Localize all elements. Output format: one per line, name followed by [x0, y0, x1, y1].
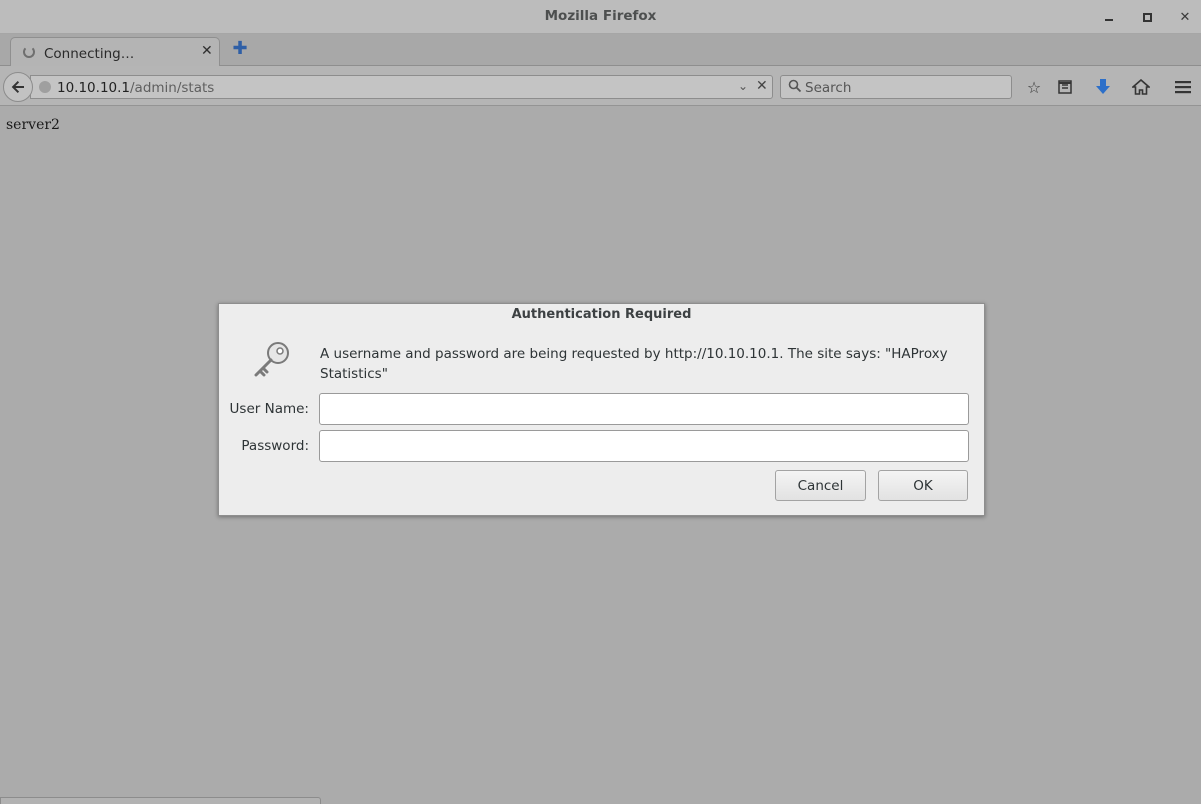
username-label: User Name: — [229, 401, 309, 417]
home-icon[interactable] — [1130, 76, 1152, 98]
window-titlebar: Mozilla Firefox ✕ — [0, 0, 1201, 34]
new-tab-plus-icon[interactable]: ✚ — [232, 40, 248, 58]
minimize-button[interactable] — [1097, 6, 1121, 28]
url-bar[interactable]: 10.10.10.1/admin/stats ⌄ ✕ — [30, 75, 773, 99]
url-path: /admin/stats — [130, 80, 215, 96]
page-body-text: server2 — [6, 117, 60, 133]
authentication-dialog: Authentication Required A username and p… — [218, 303, 985, 516]
minimize-icon — [1105, 19, 1113, 21]
close-window-button[interactable]: ✕ — [1173, 6, 1197, 28]
bookmark-star-icon[interactable]: ☆ — [1023, 76, 1045, 98]
url-host: 10.10.10.1 — [57, 80, 130, 96]
dialog-message: A username and password are being reques… — [320, 346, 948, 382]
cancel-button[interactable]: Cancel — [775, 470, 866, 501]
site-identity-icon[interactable] — [39, 81, 51, 93]
maximize-button[interactable] — [1135, 6, 1159, 28]
username-input[interactable] — [319, 393, 969, 425]
tab-label: Connecting… — [44, 46, 135, 62]
ok-button[interactable]: OK — [878, 470, 968, 501]
back-arrow-icon — [11, 81, 24, 93]
search-bar[interactable]: Search — [780, 75, 1012, 99]
back-button[interactable] — [3, 72, 33, 102]
dialog-title: Authentication Required — [511, 307, 692, 322]
url-history-dropdown-icon[interactable]: ⌄ — [738, 79, 748, 93]
status-bar — [0, 797, 321, 804]
hamburger-menu-icon[interactable] — [1172, 76, 1194, 98]
password-input[interactable] — [319, 430, 969, 462]
search-icon — [788, 79, 802, 93]
key-icon — [254, 342, 289, 377]
stop-loading-icon[interactable]: ✕ — [756, 78, 768, 94]
tab-strip: Connecting… ✕ — [0, 34, 1201, 67]
bookmarks-menu-icon[interactable] — [1054, 76, 1076, 98]
tab-connecting[interactable]: Connecting… ✕ — [10, 37, 220, 67]
window-title: Mozilla Firefox — [544, 8, 657, 24]
url-text: 10.10.10.1/admin/stats — [57, 80, 214, 96]
tab-close-icon[interactable]: ✕ — [201, 43, 213, 59]
search-placeholder: Search — [805, 80, 852, 96]
close-icon: ✕ — [1179, 9, 1191, 25]
downloads-icon[interactable] — [1092, 76, 1114, 98]
loading-spinner-icon — [23, 46, 35, 58]
password-label: Password: — [241, 438, 309, 454]
maximize-icon — [1142, 12, 1152, 22]
